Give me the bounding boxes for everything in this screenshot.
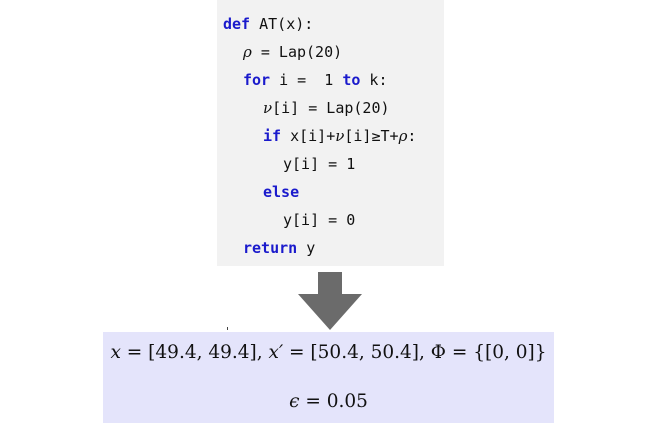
- condition-a: x[i]+: [281, 127, 336, 145]
- keyword-to: to: [342, 71, 361, 89]
- code-line-5: if x[i]+ν[i]≥T+ρ:: [263, 126, 416, 146]
- rho-symbol: ρ: [243, 43, 252, 61]
- nu-symbol: ν: [335, 127, 345, 145]
- epsilon-value: = 0.05: [299, 391, 368, 412]
- nu-symbol: ν: [263, 99, 273, 117]
- phi-value: = {[0, 0]}: [445, 342, 547, 363]
- code-line-9: return y: [243, 238, 315, 258]
- code-block: def AT(x): ρ = Lap(20) for i = 1 to k: ν…: [217, 0, 444, 266]
- condition-colon: :: [407, 127, 417, 145]
- assign-one: y[i] = 1: [283, 155, 356, 173]
- assign-zero: y[i] = 0: [283, 211, 356, 229]
- tick-mark: [227, 327, 228, 330]
- code-line-8: y[i] = 0: [283, 210, 355, 230]
- result-panel: x = [49.4, 49.4], x′ = [50.4, 50.4], Φ =…: [103, 332, 554, 423]
- nu-assignment: [i] = Lap(20): [272, 99, 390, 117]
- keyword-if: if: [263, 127, 282, 145]
- condition-b: [i]≥T+: [344, 127, 399, 145]
- down-arrow-icon: [298, 272, 362, 330]
- keyword-else: else: [263, 183, 300, 201]
- code-line-7: else: [263, 182, 299, 202]
- x-prime-symbol: x′: [268, 342, 284, 363]
- code-line-4: ν[i] = Lap(20): [263, 98, 390, 118]
- phi-symbol: Φ: [430, 342, 446, 363]
- return-value: y: [297, 239, 316, 257]
- epsilon-formula: ϵ = 0.05: [103, 391, 554, 412]
- inputs-formula: x = [49.4, 49.4], x′ = [50.4, 50.4], Φ =…: [103, 342, 554, 363]
- rho-assignment: = Lap(20): [251, 43, 343, 61]
- x-prime-value: = [50.4, 50.4],: [283, 342, 431, 363]
- function-signature: AT(x):: [250, 15, 314, 33]
- keyword-return: return: [243, 239, 298, 257]
- code-line-2: ρ = Lap(20): [243, 42, 342, 62]
- loop-var: i = 1: [270, 71, 343, 89]
- loop-end: k:: [360, 71, 388, 89]
- keyword-for: for: [243, 71, 271, 89]
- keyword-def: def: [223, 15, 251, 33]
- code-line-3: for i = 1 to k:: [243, 70, 388, 90]
- x-symbol: x: [110, 342, 121, 363]
- epsilon-symbol: ϵ: [289, 391, 300, 412]
- code-line-1: def AT(x):: [223, 14, 313, 34]
- code-line-6: y[i] = 1: [283, 154, 355, 174]
- x-value: = [49.4, 49.4],: [120, 342, 269, 363]
